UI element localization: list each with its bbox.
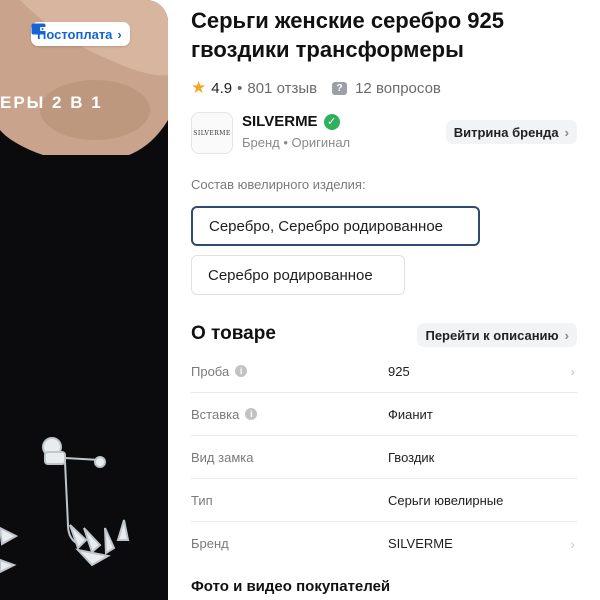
spec-key: Вставка i [191,406,258,422]
spec-key: Бренд [191,536,229,551]
product-image[interactable]: Постоплата › ЕРЫ 2 В 1 [0,0,168,600]
questions-link[interactable]: 12 вопросов [355,80,441,97]
spec-key: Тип [191,492,213,508]
brand-store-label: Витрина бренда [453,124,559,140]
chevron-right-icon: › [570,363,575,379]
customer-media-title: Фото и видео покупателей [191,578,391,595]
brand-row: SILVERME SILVERME ✓ Бренд • Оригинал Вит… [191,112,577,154]
brand-subtitle: Бренд • Оригинал [242,135,351,150]
rating-separator: • [237,79,243,97]
spec-key-label: Проба [191,363,230,379]
spec-value: SILVERME [388,536,453,551]
spec-row-type: Тип Серьги ювелирные [191,479,577,522]
chevron-right-icon: › [564,124,569,140]
spec-key: Проба i [191,363,248,379]
spec-row-assay[interactable]: Проба i 925 › [191,350,577,393]
spec-key-label: Вставка [191,406,240,422]
spec-row-insert: Вставка i Фианит [191,393,577,436]
spec-value: Серьги ювелирные [388,492,504,508]
info-icon[interactable]: i [245,408,258,420]
reviews-link[interactable]: 801 отзыв [247,80,317,97]
brand-logo-text: SILVERME [193,129,231,137]
check-circle-icon: ✓ [323,113,340,130]
rating-value: 4.9 [211,79,233,97]
product-title: Серьги женские серебро 925 гвоздики тран… [191,8,504,62]
go-to-description-button[interactable]: Перейти к описанию › [417,323,577,347]
chevron-right-icon: › [117,26,122,42]
brand-logo[interactable]: SILVERME [191,112,233,154]
postpay-badge[interactable]: Постоплата › [31,22,130,46]
postpay-label: Постоплата [37,26,113,42]
chevron-right-icon: › [570,535,575,552]
image-caption: ЕРЫ 2 В 1 [0,93,103,112]
go-to-description-label: Перейти к описанию [425,327,559,343]
info-icon[interactable]: i [235,365,248,377]
spec-key: Вид замка [191,449,254,465]
star-icon: ★ [191,78,207,97]
spec-value: 925 [388,363,410,379]
brand-name[interactable]: SILVERME ✓ [242,113,340,130]
brand-name-label: SILVERME [242,113,318,130]
composition-label: Состав ювелирного изделия: [191,177,366,192]
spec-value: Гвоздик [388,449,435,465]
about-title: О товаре [191,323,276,344]
brand-store-button[interactable]: Витрина бренда › [445,120,577,144]
chevron-right-icon: › [564,327,569,343]
earring-photo-illustration [0,0,168,600]
composition-option-selected[interactable]: Серебро, Серебро родированное [191,206,480,246]
spec-row-brand[interactable]: Бренд SILVERME › [191,522,577,565]
spec-row-clasp: Вид замка Гвоздик [191,436,577,479]
composition-option[interactable]: Серебро родированное [191,255,405,295]
question-chat-icon: ? [332,81,348,95]
rating-row: ★ 4.9 • 801 отзыв ? 12 вопросов [191,78,441,98]
wallet-icon [31,23,46,35]
spec-value: Фианит [388,406,433,422]
specs-table: Проба i 925 › Вставка i Фианит Вид замка… [191,350,577,565]
